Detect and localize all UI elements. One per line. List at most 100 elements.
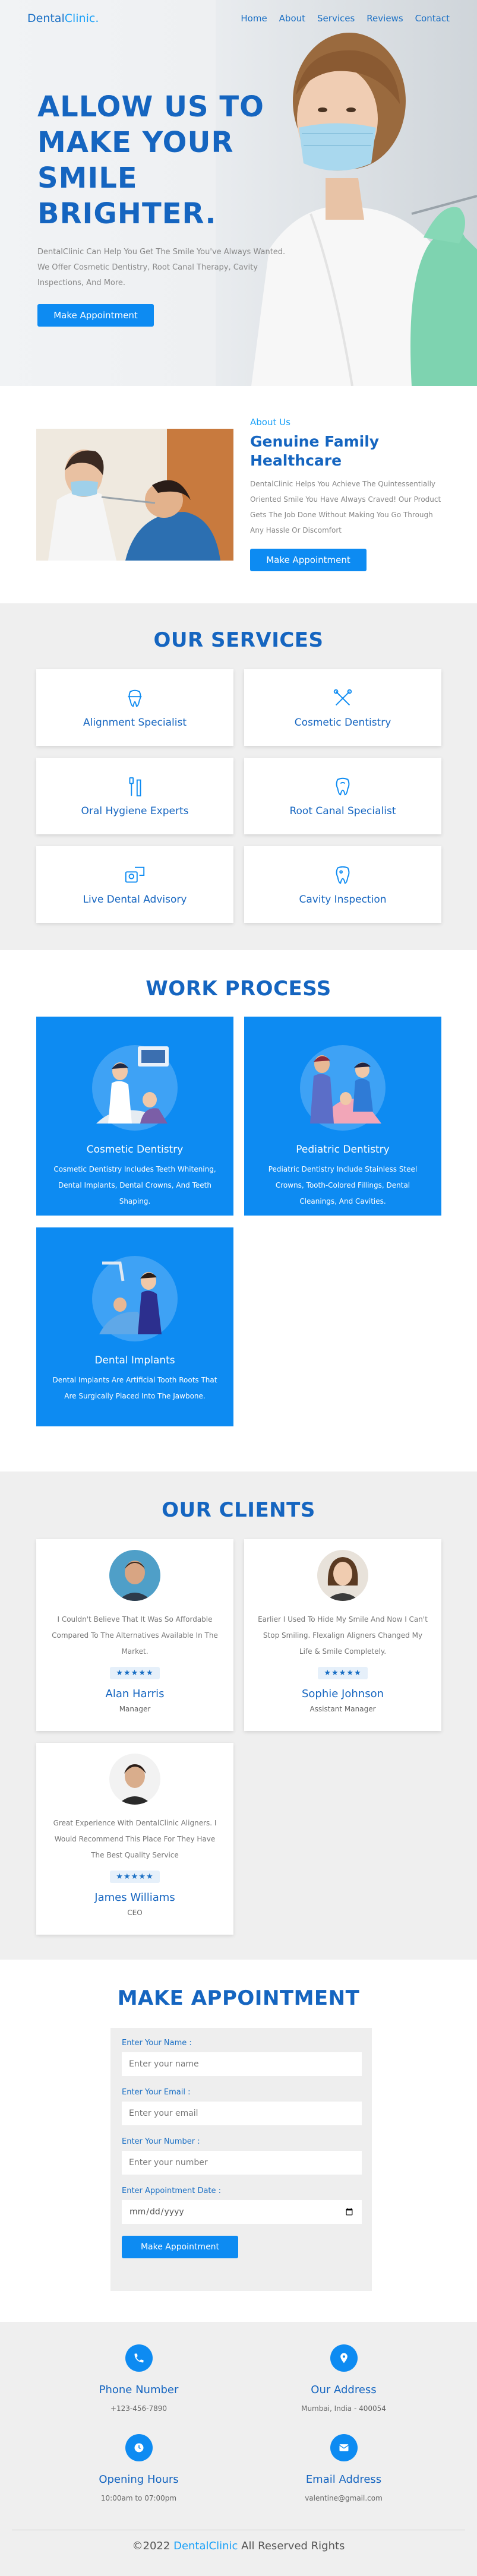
email-label: Enter Your Email :	[122, 2088, 191, 2097]
logo-accent: Clinic.	[64, 12, 99, 25]
about-section: About Us Genuine Family Healthcare Denta…	[0, 386, 477, 603]
work-process-section: WORK PROCESS Cosmetic Dentistry Cosmetic…	[0, 950, 477, 1471]
work-process-title: WORK PROCESS	[146, 977, 331, 1001]
contact-phone: Phone Number +123-456-7890	[36, 2344, 241, 2413]
number-field[interactable]	[122, 2151, 362, 2175]
hero-appointment-button[interactable]: Make Appointment	[37, 304, 154, 327]
dental-implants-illustration	[92, 1256, 178, 1341]
dental-advisory-icon	[125, 866, 145, 882]
copyright-brand[interactable]: DentalClinic	[173, 2540, 238, 2552]
appointment-section: MAKE APPOINTMENT Enter Your Name : Enter…	[0, 1960, 477, 2322]
copyright-year: ©2022	[132, 2540, 170, 2552]
clock-icon	[125, 2434, 153, 2461]
pediatric-dentistry-illustration	[300, 1045, 386, 1131]
clients-section: OUR CLIENTS I Couldn't Believe That It W…	[0, 1471, 477, 1960]
cosmetic-dentistry-illustration	[92, 1045, 178, 1131]
main-nav: Home About Services Reviews Contact	[241, 13, 450, 24]
work-name: Pediatric Dentistry	[296, 1144, 390, 1156]
tooth-alignment-icon	[128, 689, 142, 707]
client-quote: Earlier I Used To Hide My Smile And Now …	[258, 1615, 428, 1656]
star-rating: ★★★★★	[110, 1667, 160, 1679]
hero-section: ALLOW US TO MAKE YOUR SMILE BRIGHTER. De…	[0, 0, 477, 386]
contact-title: Email Address	[305, 2473, 382, 2486]
avatar	[109, 1754, 160, 1805]
hero-text: ALLOW US TO MAKE YOUR SMILE BRIGHTER. De…	[37, 89, 311, 327]
service-name: Cavity Inspection	[299, 893, 387, 906]
logo-main: Dental	[27, 12, 65, 25]
service-card-root-canal[interactable]: Root Canal Specialist	[244, 758, 441, 834]
appointment-title: MAKE APPOINTMENT	[117, 1986, 360, 2010]
contact-value[interactable]: valentine@gmail.com	[305, 2494, 383, 2502]
service-name: Alignment Specialist	[83, 716, 187, 729]
nav-services[interactable]: Services	[317, 13, 355, 24]
client-name: Sophie Johnson	[301, 1688, 384, 1700]
date-field[interactable]	[122, 2200, 362, 2224]
client-card: Great Experience With DentalClinic Align…	[36, 1743, 233, 1935]
site-logo[interactable]: DentalClinic.	[27, 12, 99, 25]
tooth-root-icon	[336, 777, 350, 795]
service-name: Live Dental Advisory	[83, 893, 187, 906]
client-quote: I Couldn't Believe That It Was So Afford…	[52, 1615, 218, 1656]
services-title: OUR SERVICES	[153, 628, 324, 652]
work-process-grid: Cosmetic Dentistry Cosmetic Dentistry In…	[36, 1017, 446, 1426]
number-label: Enter Your Number :	[122, 2137, 200, 2146]
nav-about[interactable]: About	[279, 13, 305, 24]
submit-appointment-button[interactable]: Make Appointment	[122, 2236, 238, 2258]
work-name: Dental Implants	[94, 1355, 175, 1366]
service-card-cavity[interactable]: Cavity Inspection	[244, 846, 441, 923]
service-name: Cosmetic Dentistry	[294, 716, 391, 729]
work-description: Dental Implants Are Artificial Tooth Roo…	[52, 1376, 217, 1400]
contact-value[interactable]: +123-456-7890	[110, 2404, 167, 2413]
about-tag: About Us	[250, 417, 290, 428]
avatar	[109, 1550, 160, 1601]
site-header: DentalClinic. Home About Services Review…	[0, 0, 477, 37]
client-quote: Great Experience With DentalClinic Align…	[53, 1819, 217, 1859]
hero-description: DentalClinic Can Help You Get The Smile …	[37, 248, 286, 287]
client-role: Manager	[119, 1705, 151, 1713]
dental-tools-icon	[333, 689, 352, 705]
hero-title: ALLOW US TO MAKE YOUR SMILE BRIGHTER.	[37, 90, 264, 230]
nav-home[interactable]: Home	[241, 13, 267, 24]
copyright-text: All Reserved Rights	[241, 2540, 345, 2552]
service-card-alignment[interactable]: Alignment Specialist	[36, 669, 233, 746]
work-description: Pediatric Dentistry Include Stainless St…	[268, 1165, 418, 1205]
contact-value: 10:00am to 07:00pm	[100, 2494, 177, 2502]
copyright: ©2022 DentalClinic All Reserved Rights	[0, 2540, 477, 2552]
work-card-implants: Dental Implants Dental Implants Are Arti…	[36, 1227, 233, 1426]
nav-reviews[interactable]: Reviews	[367, 13, 403, 24]
work-card-cosmetic: Cosmetic Dentistry Cosmetic Dentistry In…	[36, 1017, 233, 1216]
clients-grid: I Couldn't Believe That It Was So Afford…	[36, 1539, 446, 1935]
about-content: About Us Genuine Family Healthcare Denta…	[250, 417, 446, 571]
service-card-hygiene[interactable]: Oral Hygiene Experts	[36, 758, 233, 834]
about-dental-image	[36, 429, 233, 561]
map-marker-icon	[330, 2344, 358, 2372]
cavity-tooth-icon	[336, 866, 350, 884]
phone-icon	[125, 2344, 153, 2372]
avatar	[317, 1550, 368, 1601]
services-grid: Alignment Specialist Cosmetic Dentistry …	[36, 669, 446, 923]
contact-email: Email Address valentine@gmail.com	[241, 2434, 446, 2502]
nav-contact[interactable]: Contact	[415, 13, 450, 24]
service-card-cosmetic[interactable]: Cosmetic Dentistry	[244, 669, 441, 746]
work-description: Cosmetic Dentistry Includes Teeth Whiten…	[53, 1165, 216, 1205]
client-role: Assistant Manager	[309, 1705, 376, 1713]
contact-title: Opening Hours	[99, 2473, 179, 2486]
work-card-pediatric: Pediatric Dentistry Pediatric Dentistry …	[244, 1017, 441, 1216]
contact-title: Our Address	[311, 2384, 377, 2396]
contact-value: Mumbai, India - 400054	[301, 2404, 386, 2413]
service-card-advisory[interactable]: Live Dental Advisory	[36, 846, 233, 923]
email-field[interactable]	[122, 2102, 362, 2125]
client-name: Alan Harris	[105, 1688, 165, 1700]
contact-address: Our Address Mumbai, India - 400054	[241, 2344, 446, 2413]
envelope-icon	[330, 2434, 358, 2461]
name-field[interactable]	[122, 2052, 362, 2076]
star-rating: ★★★★★	[110, 1871, 160, 1883]
about-appointment-button[interactable]: Make Appointment	[250, 549, 367, 571]
service-name: Oral Hygiene Experts	[81, 805, 189, 817]
service-name: Root Canal Specialist	[289, 805, 396, 817]
appointment-form: Enter Your Name : Enter Your Email : Ent…	[110, 2028, 372, 2291]
date-label: Enter Appointment Date :	[122, 2186, 222, 2195]
toothbrush-icon	[129, 777, 141, 796]
client-card: I Couldn't Believe That It Was So Afford…	[36, 1539, 233, 1731]
about-description: DentalClinic Helps You Achieve The Quint…	[250, 480, 441, 534]
